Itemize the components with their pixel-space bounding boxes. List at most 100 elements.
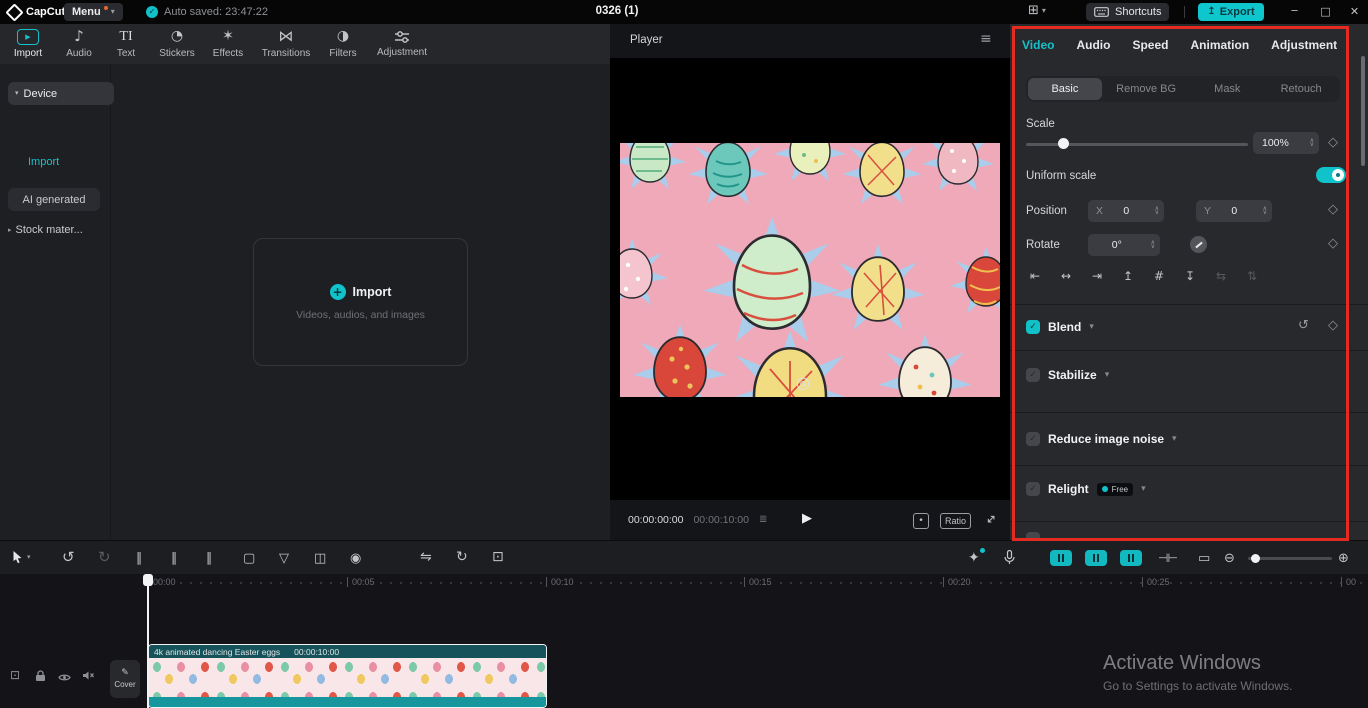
align-h-center-icon[interactable]: ↔ <box>1057 270 1075 282</box>
shortcuts-button[interactable]: Shortcuts <box>1086 3 1170 21</box>
track-mute-button[interactable] <box>82 670 95 684</box>
track-lock-button[interactable] <box>35 670 46 685</box>
tab-audio[interactable]: Audio <box>1076 38 1110 52</box>
rotate-button[interactable]: ↻ <box>456 550 468 564</box>
scale-keyframe-icon[interactable]: ◇ <box>1328 136 1338 149</box>
sidebar-item-stock-materials[interactable]: ▸ Stock mater... <box>8 224 83 236</box>
position-y-box[interactable]: Y 0 ∧ ∨ <box>1196 200 1272 222</box>
rotate-keyframe-icon[interactable]: ◇ <box>1328 237 1338 250</box>
overlay-button[interactable]: ◫ <box>314 551 326 565</box>
align-right-icon[interactable]: ⇥ <box>1088 270 1106 282</box>
player-menu-icon[interactable]: ≡ <box>980 32 992 46</box>
scale-value-box[interactable]: 100% ∧ ∨ <box>1253 132 1319 154</box>
split-button[interactable]: ∥ <box>136 551 143 565</box>
subtab-basic[interactable]: Basic <box>1028 78 1102 100</box>
preview-axis-button[interactable]: ▭ <box>1198 551 1210 565</box>
chevron-down-icon[interactable]: ▾ <box>1089 322 1094 332</box>
auto-track-button-3[interactable] <box>1120 550 1142 566</box>
crop-button[interactable]: ⊡ <box>492 550 504 564</box>
chevron-down-icon[interactable]: ▾ <box>1172 434 1177 444</box>
sidebar-item-device[interactable]: ▾ Device <box>8 82 114 105</box>
position-keyframe-icon[interactable]: ◇ <box>1328 203 1338 216</box>
position-y-stepper[interactable]: ∧ ∨ <box>1258 205 1272 216</box>
ratio-button[interactable]: Ratio <box>940 513 972 529</box>
tab-video[interactable]: Video <box>1022 38 1054 52</box>
media-tab-audio[interactable]: ♪ Audio <box>56 24 102 64</box>
rotate-stepper[interactable]: ∧ ∨ <box>1146 239 1160 250</box>
zoom-fit-button[interactable]: ⊕ <box>1338 551 1349 565</box>
close-button[interactable]: ✕ <box>1343 6 1366 17</box>
relight-checkbox[interactable]: ✓ <box>1026 482 1040 496</box>
blend-checkbox[interactable]: ✓ <box>1026 320 1040 334</box>
position-x-box[interactable]: X 0 ∧ ∨ <box>1088 200 1164 222</box>
blend-reset-icon[interactable]: ↺ <box>1298 319 1309 332</box>
sidebar-item-ai-generated[interactable]: AI generated <box>8 188 100 211</box>
track-resize-icon[interactable]: ⊡ <box>10 669 20 681</box>
scale-stepper[interactable]: ∧ ∨ <box>1305 137 1319 148</box>
chevron-down-icon[interactable]: ▾ <box>1141 484 1146 494</box>
inspector-scrollbar[interactable] <box>1361 56 1365 166</box>
auto-track-button-2[interactable] <box>1085 550 1107 566</box>
select-tool-button[interactable]: ▾ <box>12 550 31 564</box>
blend-keyframe-icon[interactable]: ◇ <box>1328 319 1338 332</box>
focus-button[interactable]: • <box>913 513 929 529</box>
layout-button[interactable]: ⊞ ▾ <box>1028 4 1046 17</box>
import-dropzone[interactable]: + Import Videos, audios, and images <box>253 238 468 366</box>
tab-animation[interactable]: Animation <box>1190 38 1249 52</box>
playhead[interactable] <box>147 574 149 708</box>
subtab-retouch[interactable]: Retouch <box>1264 78 1338 100</box>
timeline-zoom-slider[interactable] <box>1248 557 1332 560</box>
zoom-out-button[interactable]: ⊖ <box>1224 551 1235 565</box>
media-tab-stickers[interactable]: ◔ Stickers <box>150 24 204 64</box>
timeline-clip[interactable]: 4k animated dancing Easter eggs 00:00:10… <box>148 644 547 708</box>
minimize-button[interactable]: ─ <box>1283 7 1306 17</box>
timeline-zoom-handle[interactable] <box>1251 554 1260 563</box>
export-button[interactable]: ↥ Export <box>1198 3 1264 21</box>
media-tab-transitions[interactable]: ⋈ Transitions <box>252 24 320 64</box>
playhead-handle[interactable] <box>143 574 153 586</box>
subtab-mask[interactable]: Mask <box>1190 78 1264 100</box>
fullscreen-icon[interactable]: ↔ <box>983 510 1000 527</box>
uniform-scale-toggle[interactable] <box>1316 167 1346 183</box>
undo-button[interactable]: ↺ <box>62 550 75 565</box>
auto-track-button-1[interactable] <box>1050 550 1072 566</box>
watermark-remove-icon[interactable]: ◎ <box>796 375 810 391</box>
clip-handles-button[interactable]: ⊣⊢ <box>1158 551 1178 565</box>
align-top-icon[interactable]: ↥ <box>1119 270 1137 282</box>
frame-view-icon[interactable]: ≣ <box>759 515 767 525</box>
cover-button[interactable]: ✎ Cover <box>110 660 140 698</box>
media-tab-text[interactable]: TI Text <box>102 24 150 64</box>
media-tab-filters[interactable]: ◑ Filters <box>320 24 366 64</box>
align-left-icon[interactable]: ⇤ <box>1026 270 1044 282</box>
media-tab-import[interactable]: ▶ Import <box>0 24 56 64</box>
chevron-down-icon[interactable]: ▾ <box>1105 370 1110 380</box>
tab-speed[interactable]: Speed <box>1132 38 1168 52</box>
delete-right-button[interactable]: ∥ <box>206 551 213 565</box>
media-tab-adjustment[interactable]: Adjustment <box>366 24 438 64</box>
freeze-frame-button[interactable]: ◉ <box>350 551 361 565</box>
delete-button[interactable]: ▢ <box>243 551 255 565</box>
layout-grid-icon: ⊞ <box>1028 3 1039 18</box>
play-button[interactable]: ▶ <box>802 512 812 525</box>
rotate-dial[interactable] <box>1190 236 1207 253</box>
reduce-noise-checkbox[interactable]: ✓ <box>1026 432 1040 446</box>
delete-left-button[interactable]: ∥ <box>171 551 178 565</box>
stabilize-checkbox[interactable]: ✓ <box>1026 368 1040 382</box>
redo-button[interactable]: ↻ <box>98 550 111 565</box>
rotate-value-box[interactable]: 0° ∧ ∨ <box>1088 234 1160 256</box>
align-bottom-icon[interactable]: ↧ <box>1181 270 1199 282</box>
media-tab-effects[interactable]: ✶ Effects <box>204 24 252 64</box>
mirror-button[interactable]: ⇋ <box>420 550 432 564</box>
tab-adjustment[interactable]: Adjustment <box>1271 38 1337 52</box>
subtab-remove-bg[interactable]: Remove BG <box>1102 78 1191 100</box>
mask-button[interactable]: ▽ <box>279 551 289 565</box>
scale-slider-handle[interactable] <box>1058 138 1069 149</box>
align-v-center-icon[interactable]: # <box>1150 270 1168 282</box>
smart-tools-button[interactable]: ✦ <box>968 551 980 565</box>
track-visibility-button[interactable] <box>58 671 71 685</box>
sidebar-item-import[interactable]: Import <box>28 156 59 168</box>
maximize-button[interactable]: □ <box>1314 6 1337 17</box>
voiceover-button[interactable] <box>1004 549 1015 568</box>
menu-button[interactable]: Menu ▾ <box>64 3 123 21</box>
position-x-stepper[interactable]: ∧ ∨ <box>1150 205 1164 216</box>
